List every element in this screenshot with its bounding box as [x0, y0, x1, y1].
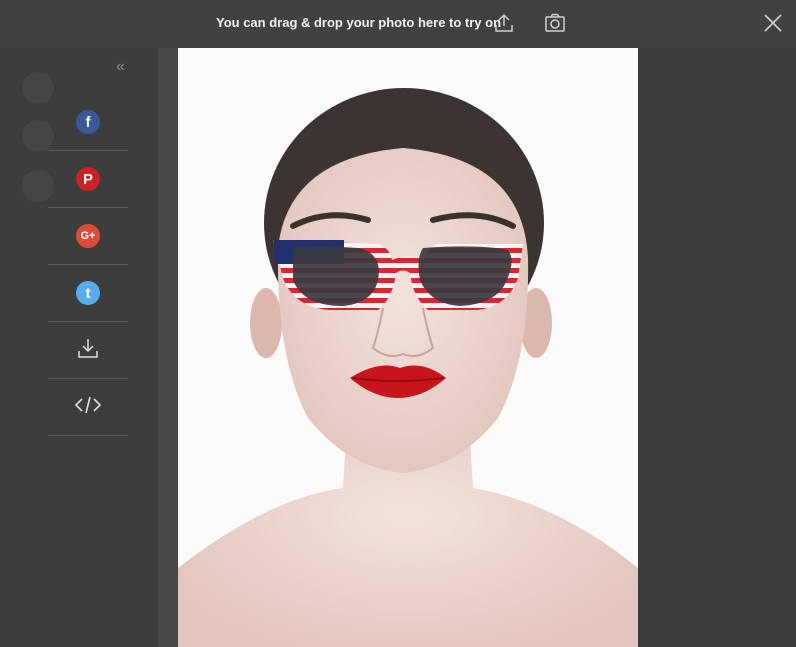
- pinterest-icon: P: [76, 167, 100, 191]
- face: [277, 148, 529, 473]
- camera-icon[interactable]: [544, 12, 566, 34]
- collapse-sidebar-icon[interactable]: «: [116, 58, 125, 76]
- share-google-plus-button[interactable]: G+: [48, 208, 128, 265]
- google-plus-icon: G+: [76, 224, 100, 248]
- embed-code-icon: [74, 395, 102, 420]
- share-pinterest-button[interactable]: P: [48, 151, 128, 208]
- left-ear: [250, 288, 282, 358]
- share-facebook-button[interactable]: f: [48, 94, 128, 151]
- right-panel: [638, 48, 796, 647]
- download-button[interactable]: [48, 322, 128, 379]
- twitter-icon: t: [76, 281, 100, 305]
- embed-code-button[interactable]: [48, 379, 128, 436]
- share-twitter-button[interactable]: t: [48, 265, 128, 322]
- share-list: f P G+ t: [48, 94, 128, 436]
- download-icon: [76, 336, 100, 365]
- close-icon[interactable]: [762, 12, 784, 34]
- top-toolbar: You can drag & drop your photo here to t…: [0, 0, 796, 48]
- drag-drop-hint: You can drag & drop your photo here to t…: [216, 15, 502, 30]
- facebook-icon: f: [76, 110, 100, 134]
- panel-divider: [158, 48, 178, 647]
- try-on-photo[interactable]: [178, 48, 638, 647]
- upload-icon[interactable]: [493, 12, 515, 34]
